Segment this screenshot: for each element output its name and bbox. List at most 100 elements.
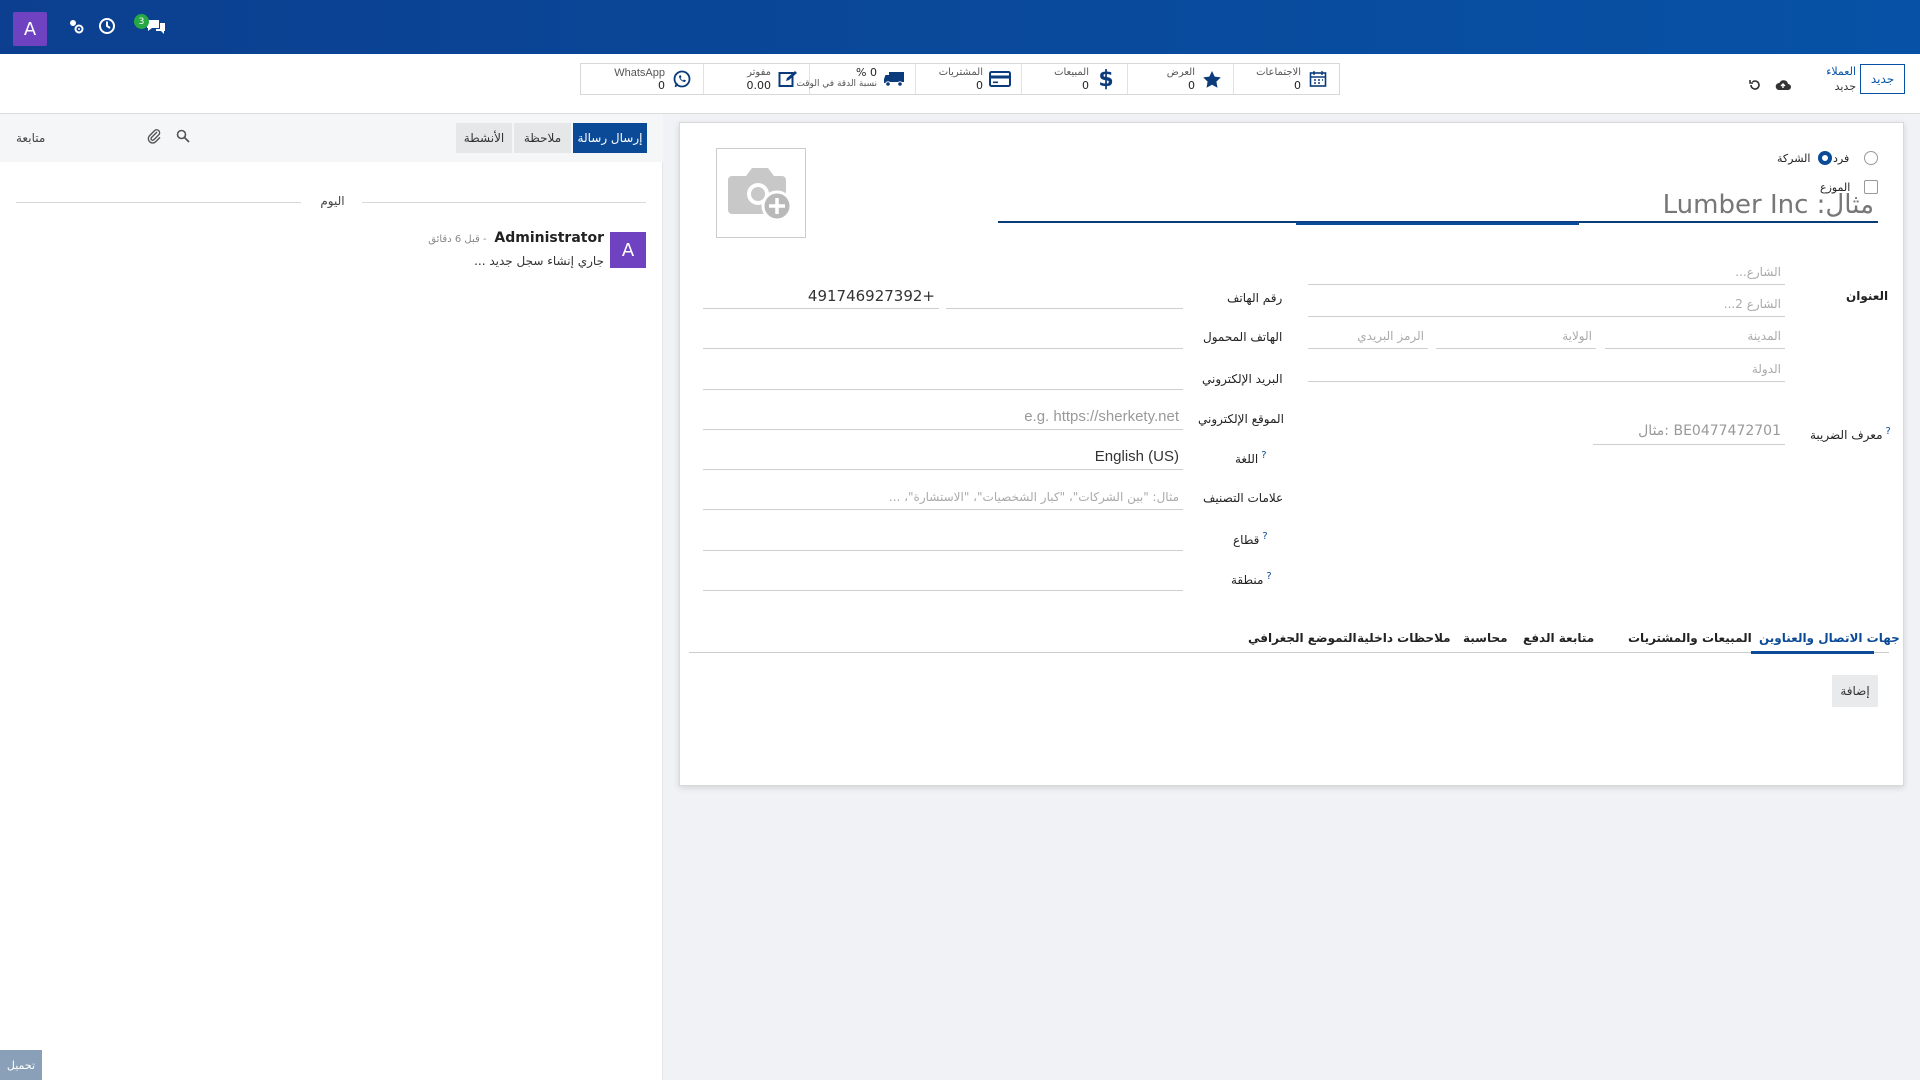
mobile-label: الهاتف المحمول [1203, 330, 1283, 344]
region-label-text: منطقة [1231, 573, 1264, 587]
new-button[interactable]: جديد [1860, 64, 1905, 94]
stat-value: 0 [1294, 79, 1301, 92]
message-author-avatar[interactable]: A [610, 232, 646, 268]
radio-company[interactable] [1818, 151, 1832, 165]
phone-value: 491746927392+ [807, 287, 935, 305]
today-separator: اليوم [320, 194, 345, 208]
truck-icon [883, 69, 905, 89]
sector-help-icon[interactable]: ? [1262, 531, 1267, 542]
chatter-panel: إرسال رسالة ملاحظة الأنشطة متابعة اليوم … [0, 114, 663, 1080]
radio-individual[interactable] [1864, 151, 1878, 165]
tags-input[interactable]: مثال: "بين الشركات"، "كبار الشخصيات"، "ا… [703, 484, 1183, 510]
log-note-button[interactable]: ملاحظة [514, 123, 571, 153]
website-label: الموقع الإلكتروني [1198, 412, 1284, 426]
sector-label-text: قطاع [1233, 533, 1260, 547]
search-icon[interactable] [174, 127, 192, 145]
language-select[interactable]: English (US) [703, 444, 1183, 470]
company-name-input[interactable]: مثال: Lumber Inc [998, 188, 1878, 223]
activities-button[interactable]: الأنشطة [456, 123, 512, 153]
message-time: - قبل 6 دقائق [428, 234, 487, 245]
message-body: جاري إنشاء سجل جديد ... [474, 254, 604, 268]
breadcrumb-parent[interactable]: العملاء [1820, 64, 1856, 79]
cloud-save-icon[interactable] [1774, 76, 1792, 94]
sector-input[interactable] [703, 525, 1183, 551]
control-panel: جديد العملاء جديد الاجتماعات 0 العرض 0 $… [0, 54, 1920, 114]
language-help-icon[interactable]: ? [1261, 450, 1266, 461]
zip-input[interactable]: الرمز البريدي [1308, 323, 1428, 349]
tab-accounting[interactable]: محاسبة [1463, 631, 1508, 645]
upload-button[interactable]: تحميل [0, 1050, 42, 1080]
stat-value: 0 [976, 79, 983, 92]
whatsapp-icon [671, 69, 693, 89]
message-header: Administrator - قبل 6 دقائق [428, 230, 604, 246]
tab-geolocation[interactable]: التموضع الجغرافي [1248, 631, 1357, 645]
star-icon [1201, 69, 1223, 89]
city-placeholder: المدينة [1747, 329, 1781, 343]
camera-plus-icon [728, 168, 793, 222]
vat-help-icon[interactable]: ? [1886, 426, 1891, 437]
tab-sales-purchase[interactable]: المبيعات والمشتريات [1628, 631, 1752, 645]
add-contact-button[interactable]: إضافة [1832, 675, 1878, 707]
calendar-icon [1307, 69, 1329, 89]
region-help-icon[interactable]: ? [1266, 571, 1271, 582]
sector-label: ?قطاع [1233, 531, 1268, 547]
tags-placeholder: مثال: "بين الشركات"، "كبار الشخصيات"، "ا… [888, 490, 1179, 504]
breadcrumb-current: جديد [1834, 80, 1856, 93]
radio-company-label: الشركة [1777, 152, 1811, 165]
email-input[interactable] [703, 364, 1183, 390]
tags-label: علامات التصنيف [1203, 491, 1284, 505]
stat-whatsapp[interactable]: WhatsApp 0 [597, 64, 703, 94]
stat-invoiced[interactable]: مفوتر 0.00 [703, 64, 809, 94]
website-input[interactable]: e.g. https://sherkety.net [703, 404, 1183, 430]
message-author[interactable]: Administrator [494, 230, 604, 246]
street-input[interactable]: الشارع... [1308, 259, 1785, 285]
chatter-toolbar: إرسال رسالة ملاحظة الأنشطة متابعة [0, 114, 663, 162]
user-avatar[interactable]: A [13, 12, 47, 46]
input-focus-bar [1296, 222, 1579, 225]
stat-label: المشتريات [938, 67, 983, 78]
tab-internal-notes[interactable]: ملاحظات داخلية [1357, 631, 1451, 645]
discard-icon[interactable] [1746, 76, 1764, 94]
company-name-placeholder: مثال: Lumber Inc [1662, 190, 1874, 220]
state-input[interactable]: الولاية [1436, 323, 1596, 349]
avatar-upload[interactable] [716, 148, 806, 238]
mobile-input[interactable] [703, 323, 1183, 349]
top-navbar: A 3 [0, 0, 1920, 54]
vat-label-text: معرف الضريبة [1810, 428, 1883, 442]
stat-meetings[interactable]: الاجتماعات 0 [1233, 64, 1339, 94]
active-tab-indicator [1751, 651, 1874, 654]
country-input[interactable]: الدولة [1308, 356, 1785, 382]
phone-input[interactable]: 491746927392+ [703, 283, 939, 309]
vat-placeholder: مثال: BE0477472701 [1638, 423, 1781, 439]
phone-extra-input[interactable] [946, 283, 1183, 309]
breadcrumb: العملاء جديد [1820, 64, 1856, 94]
region-input[interactable] [703, 565, 1183, 591]
stat-value: 0 [1188, 79, 1195, 92]
region-label: ?منطقة [1231, 571, 1272, 587]
street2-input[interactable]: الشارع 2... [1308, 291, 1785, 317]
stat-label: الاجتماعات [1256, 67, 1301, 78]
language-label: ?اللغة [1235, 450, 1267, 466]
stat-on-time-rate[interactable]: 0 % نسبة الدقة في الوقت [796, 64, 915, 94]
divider-line [362, 202, 646, 203]
tab-payment-followup[interactable]: متابعة الدفع [1523, 631, 1594, 645]
send-message-button[interactable]: إرسال رسالة [573, 123, 647, 153]
stat-sales[interactable]: $ المبيعات 0 [1021, 64, 1127, 94]
clock-icon[interactable] [96, 15, 118, 37]
stat-label: العرض [1166, 67, 1195, 78]
vat-input[interactable]: مثال: BE0477472701 [1593, 419, 1785, 445]
city-input[interactable]: المدينة [1605, 323, 1785, 349]
tab-contacts-addresses[interactable]: جهات الاتصال والعناوين [1759, 631, 1900, 645]
follow-button[interactable]: متابعة [16, 131, 45, 145]
phone-label: رقم الهاتف [1227, 291, 1283, 305]
credit-card-icon [989, 69, 1011, 89]
paperclip-icon[interactable] [145, 127, 163, 145]
language-label-text: اللغة [1235, 452, 1259, 466]
user-settings-icon[interactable] [65, 15, 87, 37]
website-placeholder: e.g. https://sherkety.net [1024, 408, 1179, 425]
street2-placeholder: الشارع 2... [1723, 297, 1781, 311]
stat-purchases[interactable]: المشتريات 0 [915, 64, 1021, 94]
stat-label: WhatsApp [614, 67, 665, 79]
language-value: English (US) [1094, 448, 1179, 465]
stat-offers[interactable]: العرض 0 [1127, 64, 1233, 94]
